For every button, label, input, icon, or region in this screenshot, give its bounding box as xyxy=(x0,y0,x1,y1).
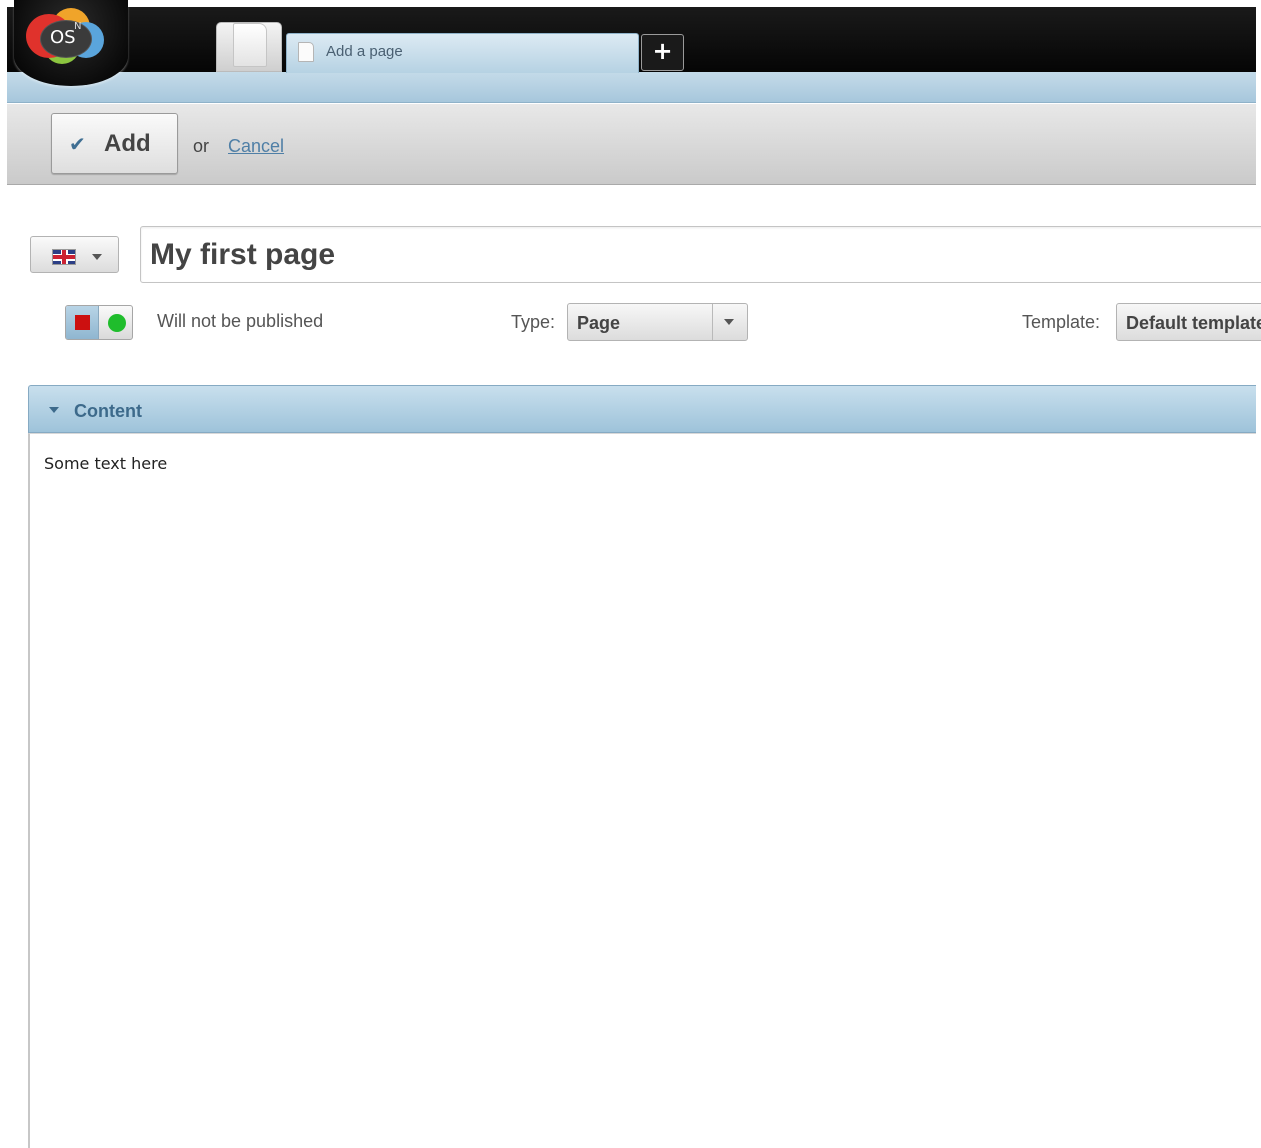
page-icon xyxy=(298,42,314,62)
template-select-value: Default template xyxy=(1126,313,1261,333)
collapse-triangle-icon xyxy=(49,407,59,413)
tab-home[interactable] xyxy=(216,22,282,72)
type-select-value: Page xyxy=(577,313,621,333)
template-label: Template: xyxy=(1022,312,1101,332)
add-button[interactable]: ✔ Add xyxy=(51,113,178,174)
cancel-link[interactable]: Cancel xyxy=(228,136,284,157)
new-tab-button[interactable]: + xyxy=(641,34,684,71)
type-select[interactable]: Page xyxy=(567,303,748,341)
uk-flag-icon xyxy=(52,249,76,265)
tab-strip-underline xyxy=(7,72,1256,103)
tab-add-a-page[interactable]: Add a page xyxy=(286,33,639,73)
green-dot-icon xyxy=(108,314,126,332)
or-text: or xyxy=(193,136,210,156)
unpublished-option[interactable] xyxy=(66,306,99,339)
chevron-down-icon xyxy=(92,254,102,260)
page-title-input[interactable] xyxy=(140,226,1261,283)
home-page-icon xyxy=(233,23,267,67)
stop-square-icon xyxy=(75,315,90,330)
language-selector[interactable] xyxy=(30,236,119,273)
content-panel-title: Content xyxy=(74,401,142,421)
publish-status-text: Will not be published xyxy=(157,311,324,331)
logo-text: OS xyxy=(50,27,76,48)
chevron-down-icon xyxy=(724,319,734,325)
content-editor[interactable]: Some text here xyxy=(28,433,1256,1148)
add-button-label: Add xyxy=(104,130,151,157)
publish-toggle[interactable] xyxy=(65,305,133,340)
tab-label: Add a page xyxy=(326,43,403,60)
template-select[interactable]: Default template xyxy=(1116,303,1261,341)
type-label: Type: xyxy=(511,312,556,332)
check-icon: ✔ xyxy=(69,132,86,156)
logo-superscript: N xyxy=(74,21,82,32)
select-separator xyxy=(712,304,713,340)
content-panel-header[interactable]: Content xyxy=(28,385,1256,433)
app-logo[interactable]: OS N xyxy=(14,0,128,86)
content-text: Some text here xyxy=(44,454,168,473)
